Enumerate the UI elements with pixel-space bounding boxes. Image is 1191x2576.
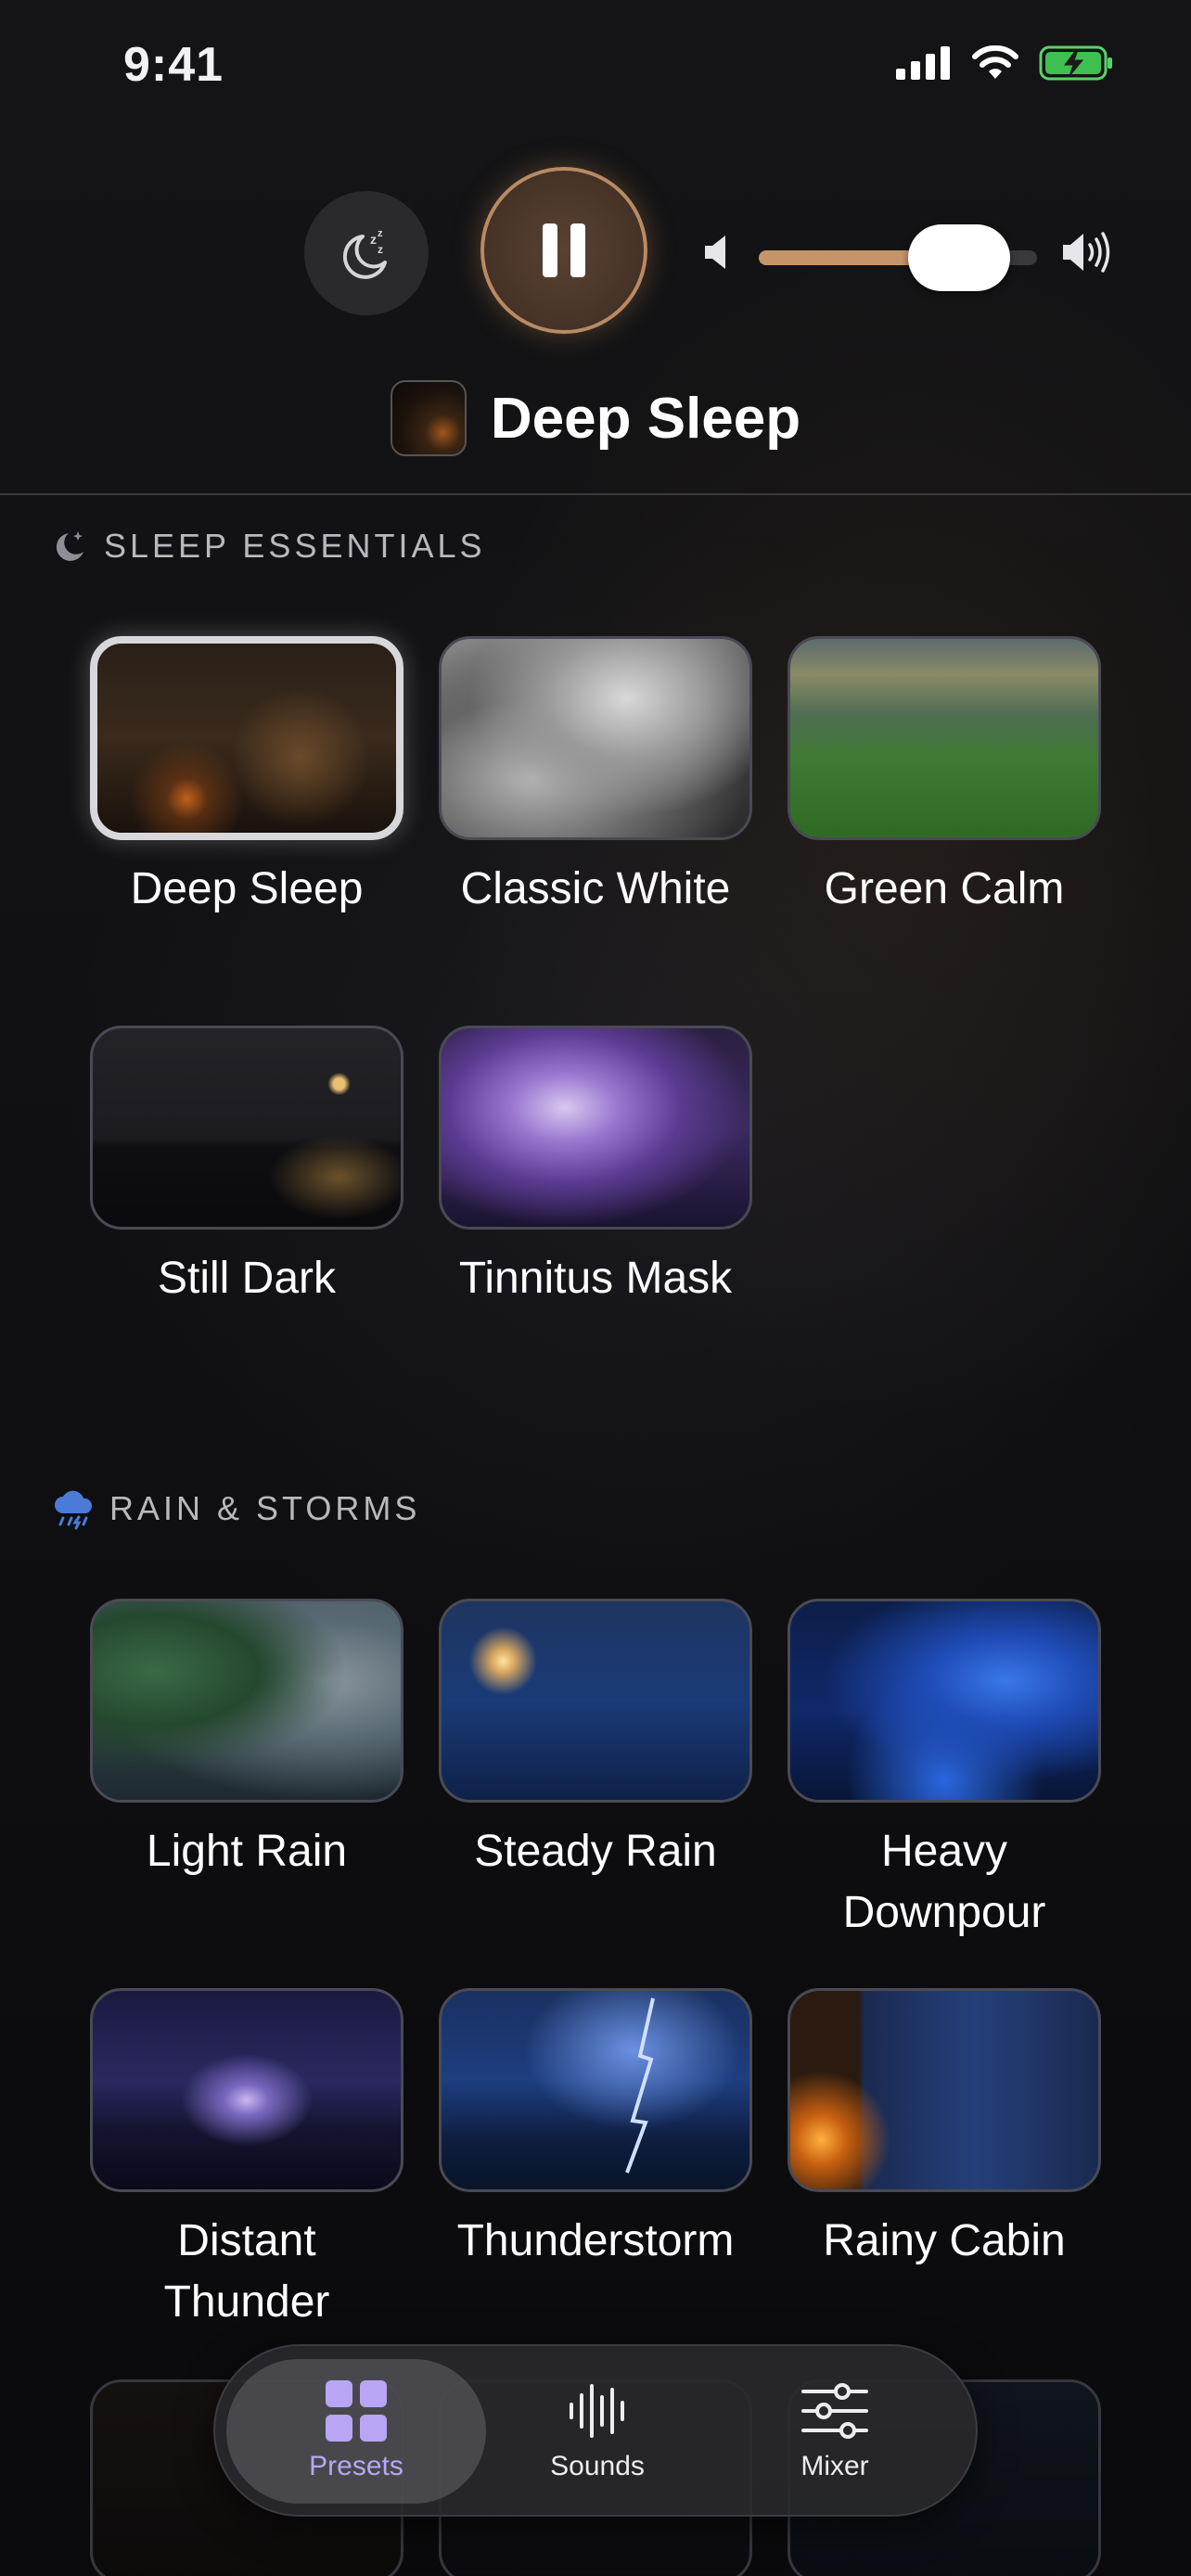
status-bar: 9:41 [0, 0, 1191, 130]
lightning-bolt-icon [625, 1997, 655, 2174]
volume-thumb[interactable] [908, 224, 1010, 291]
preset-tile-classic-white[interactable]: Classic White [438, 636, 753, 920]
preset-artwork [90, 1026, 403, 1230]
moon-zzz-icon: z z z [342, 228, 387, 279]
preset-artwork [439, 1988, 752, 2192]
tab-sounds[interactable]: Sounds [467, 2359, 727, 2504]
preset-tile-steady-rain[interactable]: Steady Rain [438, 1599, 753, 1882]
preset-tile-tinnitus-mask[interactable]: Tinnitus Mask [438, 1026, 753, 1309]
preset-artwork [90, 636, 403, 840]
preset-label: Light Rain [146, 1827, 348, 1876]
speaker-low-icon [705, 236, 725, 269]
section-title: RAIN & STORMS [109, 1489, 421, 1527]
pause-icon [536, 223, 592, 277]
tab-label: Presets [309, 2451, 403, 2481]
preset-label: Thunderstorm [456, 2216, 735, 2265]
sleep-timer-button[interactable]: z z z [304, 191, 429, 315]
section-title: SLEEP ESSENTIALS [104, 527, 486, 565]
section-header-rain-storms: RAIN & STORMS [52, 1487, 420, 1530]
preset-label: Classic White [460, 864, 731, 913]
now-playing-artwork [390, 380, 467, 456]
preset-tile-distant-thunder[interactable]: Distant Thunder [89, 1988, 404, 2333]
preset-tile-thunderstorm[interactable]: Thunderstorm [438, 1988, 753, 2272]
preset-artwork [788, 636, 1101, 840]
tab-mixer[interactable]: Mixer [705, 2359, 965, 2504]
preset-tile-green-calm[interactable]: Green Calm [787, 636, 1102, 920]
now-playing[interactable]: Deep Sleep [0, 380, 1191, 456]
status-time: 9:41 [123, 38, 224, 92]
preset-label: Still Dark [157, 1254, 337, 1303]
sliders-icon [801, 2383, 868, 2439]
preset-label: Deep Sleep [130, 864, 364, 913]
preset-artwork [439, 1026, 752, 1230]
preset-artwork [90, 1988, 403, 2192]
tab-label: Mixer [800, 2451, 869, 2481]
preset-label: Distant Thunder [163, 2216, 330, 2327]
cellular-signal-icon [896, 46, 950, 80]
preset-tile-light-rain[interactable]: Light Rain [89, 1599, 404, 1882]
preset-artwork [439, 1599, 752, 1803]
pause-button[interactable] [480, 167, 647, 334]
section-header-sleep-essentials: SLEEP ESSENTIALS [52, 527, 486, 566]
volume-slider[interactable] [759, 224, 1037, 291]
preset-artwork [788, 1599, 1101, 1803]
preset-label: Tinnitus Mask [458, 1254, 733, 1303]
tab-presets[interactable]: Presets [226, 2359, 486, 2504]
battery-charging-icon [1039, 45, 1112, 81]
preset-artwork [788, 1988, 1101, 2192]
tab-label: Sounds [550, 2451, 645, 2481]
wifi-icon [972, 45, 1018, 79]
preset-label: Heavy Downpour [842, 1827, 1046, 1937]
svg-text:z: z [378, 243, 383, 256]
status-icons [896, 45, 1115, 82]
preset-artwork [439, 636, 752, 840]
speaker-high-icon [1063, 232, 1110, 273]
preset-label: Rainy Cabin [823, 2216, 1066, 2265]
preset-tile-deep-sleep[interactable]: Deep Sleep [89, 636, 404, 920]
tab-bar: Presets Sounds Mixer [213, 2344, 978, 2517]
preset-label: Steady Rain [474, 1827, 717, 1876]
preset-tile-still-dark[interactable]: Still Dark [89, 1026, 404, 1309]
player-header: z z z Deep Sleep [0, 130, 1191, 495]
preset-label: Green Calm [824, 864, 1065, 913]
now-playing-title: Deep Sleep [490, 386, 801, 451]
app-screen: 9:41 z z z Deep Sleep SLEEP ESSENTIALS D… [0, 0, 1191, 2576]
cloud-rain-icon [55, 1490, 93, 1530]
preset-tile-heavy-downpour[interactable]: Heavy Downpour [787, 1599, 1102, 1944]
preset-tile-rainy-cabin[interactable]: Rainy Cabin [787, 1988, 1102, 2272]
waveform-icon [570, 2384, 624, 2438]
preset-artwork [90, 1599, 403, 1803]
moon-stars-icon [56, 531, 83, 561]
svg-text:z: z [370, 232, 377, 247]
svg-text:z: z [378, 228, 383, 239]
grid-icon [326, 2380, 387, 2442]
